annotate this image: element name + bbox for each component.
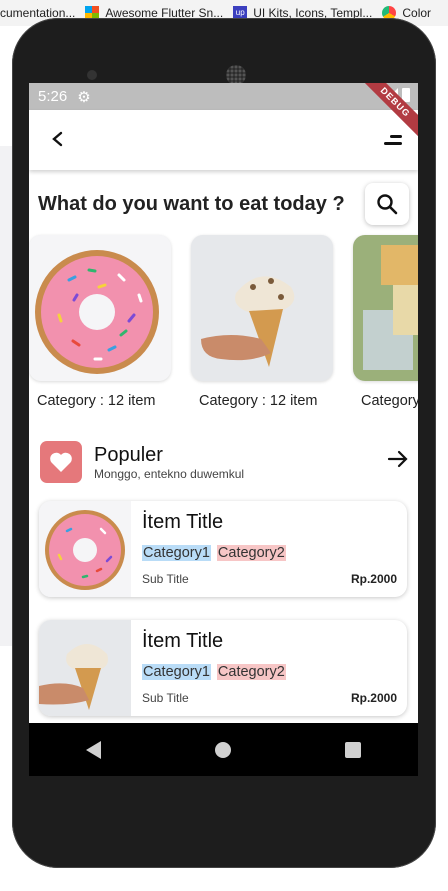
category-tag: Category1 [142,545,211,561]
donut-image [29,235,171,381]
android-nav-bar [29,723,418,776]
page-title: What do you want to eat today ? [38,192,345,215]
dessert-glass-image [353,235,418,381]
popular-item-card[interactable]: İtem Title Category1 Category2 Sub Title… [39,620,407,716]
nav-home-icon[interactable] [215,741,231,758]
app-screen: 5:26 ⚙ DEBUG What do you want to eat tod… [29,83,418,776]
category-tag: Category2 [216,545,286,561]
front-camera [87,70,97,80]
category-label: Category : 12 item [199,393,318,409]
category-label: Category : 12 item [37,393,156,409]
popular-title: Populer [94,443,163,466]
category-card[interactable]: Category : 12 item [29,235,171,409]
popular-subtitle: Monggo, entekno duwemkul [94,466,245,481]
item-title: İtem Title [142,630,224,652]
popular-item-card[interactable]: İtem Title Category1 Category2 Sub Title… [39,501,407,597]
ice-cream-thumbnail [39,620,131,716]
nav-back-icon[interactable] [86,740,101,759]
category-card[interactable]: Category [353,235,418,409]
item-subtitle: Sub Title [142,572,189,586]
popular-section-header: Populer Monggo, entekno duwemkul [29,439,418,485]
status-bar: 5:26 ⚙ DEBUG [29,83,418,140]
nav-recents-icon[interactable] [345,741,361,758]
category-tag: Category2 [216,664,286,680]
question-row: What do you want to eat today ? [29,170,418,228]
item-price: Rp.2000 [350,572,397,586]
category-card[interactable]: Category : 12 item [191,235,333,409]
search-button[interactable] [365,183,409,225]
status-time: 5:26 [38,88,68,105]
menu-icon[interactable] [384,135,402,145]
search-icon [377,194,398,215]
category-label: Category [361,393,418,409]
item-subtitle: Sub Title [142,691,189,705]
arrow-right-icon[interactable] [387,449,409,475]
category-carousel[interactable]: Category : 12 item Category : 12 item Ca… [29,235,418,425]
settings-icon: ⚙ [77,88,91,106]
donut-thumbnail [39,501,131,597]
item-price: Rp.2000 [350,691,397,705]
category-tag: Category1 [142,664,211,680]
back-arrow-icon[interactable] [51,127,65,153]
heart-icon [40,441,82,483]
app-bar [29,110,418,170]
earpiece-speaker [226,65,246,85]
ice-cream-image [191,235,333,381]
item-title: İtem Title [142,511,224,533]
